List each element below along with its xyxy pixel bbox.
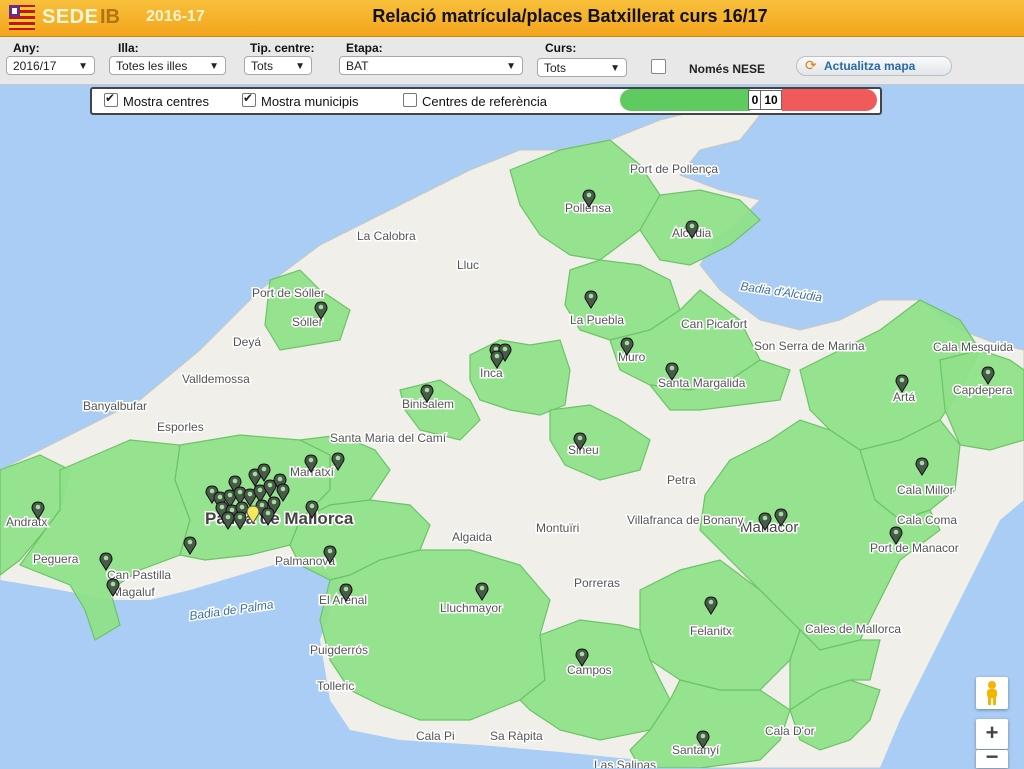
chevron-down-icon: ▼ bbox=[295, 61, 305, 72]
street-view-pegman-icon[interactable] bbox=[976, 677, 1008, 709]
reference-centres-toggle[interactable]: Centres de referència bbox=[403, 93, 547, 109]
map-label: Porreras bbox=[574, 576, 620, 590]
map-label: Cales de Mallorca bbox=[805, 622, 901, 636]
map-label: Cala Millor bbox=[897, 483, 954, 497]
map-label: Artá bbox=[893, 390, 915, 404]
map-label: Port de Pollença bbox=[630, 162, 718, 176]
chevron-down-icon: ▼ bbox=[506, 61, 516, 72]
map-label: Port de Sóller bbox=[252, 286, 325, 300]
map-label: Andratx bbox=[6, 515, 47, 529]
map-label: Can Picafort bbox=[681, 317, 748, 331]
logo-year: 2016-17 bbox=[146, 8, 205, 25]
map-label: Cala Mesquida bbox=[933, 340, 1013, 354]
map-canvas[interactable]: Port de Pollença Pollensa Alcúdia La Cal… bbox=[0, 85, 1024, 768]
tip-centre-value: Tots bbox=[251, 59, 274, 73]
etapa-select[interactable]: BAT ▼ bbox=[339, 56, 523, 75]
map-label: Santanyí bbox=[672, 743, 720, 757]
map-label: Son Serra de Marina bbox=[754, 339, 865, 353]
tip-centre-label: Tip. centre: bbox=[250, 41, 315, 55]
range-low-segment bbox=[620, 89, 750, 111]
map-label: Cala Coma bbox=[897, 513, 957, 527]
chevron-down-icon: ▼ bbox=[209, 61, 219, 72]
any-value: 2016/17 bbox=[13, 59, 57, 73]
map-label: Cala D'or bbox=[765, 724, 815, 738]
checkbox-icon[interactable] bbox=[403, 93, 417, 107]
map-label: Capdepera bbox=[953, 383, 1013, 397]
reference-centres-label: Centres de referència bbox=[422, 94, 548, 109]
range-max-handle[interactable]: 10 bbox=[760, 90, 782, 110]
show-centres-label: Mostra centres bbox=[123, 94, 209, 109]
app-header: SEDE IB 2016-17 Relació matrícula/places… bbox=[0, 0, 1024, 37]
etapa-value: BAT bbox=[346, 59, 369, 73]
nese-label: Només NESE bbox=[689, 62, 766, 76]
map-label: Deyá bbox=[233, 335, 261, 349]
ratio-range-slider[interactable]: 0 10 bbox=[620, 89, 877, 111]
page-title: Relació matrícula/places Batxillerat cur… bbox=[372, 6, 768, 26]
update-map-button[interactable]: ⟳ Actualitza mapa bbox=[796, 56, 952, 76]
curs-label: Curs: bbox=[545, 41, 577, 55]
mallorca-map: Port de Pollença Pollensa Alcúdia La Cal… bbox=[0, 85, 1024, 768]
map-label: Sa Ràpita bbox=[490, 729, 543, 743]
etapa-label: Etapa: bbox=[346, 41, 383, 55]
chevron-down-icon: ▼ bbox=[610, 63, 620, 74]
illa-value: Totes les illes bbox=[116, 59, 188, 73]
map-label: Banyalbufar bbox=[83, 399, 147, 413]
zoom-out-button[interactable]: − bbox=[976, 746, 1008, 768]
map-label: Valldemossa bbox=[182, 372, 250, 386]
balearic-flag-icon bbox=[9, 5, 35, 30]
curs-value: Tots bbox=[544, 61, 567, 75]
map-label: Villafranca de Bonany bbox=[627, 513, 744, 527]
map-label: Felanitx bbox=[690, 624, 732, 638]
map-label: Port de Manacor bbox=[870, 541, 959, 555]
any-label: Any: bbox=[13, 41, 40, 55]
show-municipalities-toggle[interactable]: Mostra municipis bbox=[242, 91, 359, 109]
map-label: Inca bbox=[480, 366, 503, 380]
map-label: Lluc bbox=[457, 258, 479, 272]
chevron-down-icon: ▼ bbox=[78, 61, 88, 72]
map-label: Tolleric bbox=[317, 679, 354, 693]
map-label: Puigderrós bbox=[310, 643, 368, 657]
map-label: Peguera bbox=[33, 552, 79, 566]
checkbox-checked-icon[interactable] bbox=[104, 91, 118, 107]
map-label: Esporles bbox=[157, 420, 204, 434]
map-label: Campos bbox=[567, 663, 612, 677]
update-map-label: Actualitza mapa bbox=[824, 59, 916, 73]
nese-checkbox[interactable] bbox=[651, 59, 666, 74]
map-label: Santa Maria del Camí bbox=[330, 431, 447, 445]
map-label: La Puebla bbox=[570, 313, 624, 327]
map-label: Cala Pi bbox=[416, 729, 455, 743]
map-label: Muro bbox=[618, 350, 646, 364]
illa-label: Illa: bbox=[118, 41, 139, 55]
show-municipalities-label: Mostra municipis bbox=[261, 94, 359, 109]
filter-bar: Any: 2016/17 ▼ Illa: Totes les illes ▼ Tip… bbox=[0, 37, 1024, 85]
map-label: Las Salinas bbox=[594, 758, 656, 768]
map-label: Lluchmayor bbox=[440, 601, 502, 615]
logo-sede: SEDE bbox=[42, 6, 99, 28]
map-label: Sóller bbox=[292, 315, 323, 329]
map-label: La Calobra bbox=[357, 229, 416, 243]
checkbox-checked-icon[interactable] bbox=[242, 91, 256, 107]
any-select[interactable]: 2016/17 ▼ bbox=[6, 56, 95, 75]
curs-select[interactable]: Tots ▼ bbox=[537, 58, 627, 77]
refresh-icon: ⟳ bbox=[805, 57, 817, 73]
illa-select[interactable]: Totes les illes ▼ bbox=[109, 56, 226, 75]
map-label: Montuïri bbox=[536, 521, 579, 535]
logo-ib: IB bbox=[100, 6, 120, 28]
map-label: Petra bbox=[667, 473, 696, 487]
show-centres-toggle[interactable]: Mostra centres bbox=[104, 91, 209, 109]
range-high-segment bbox=[782, 89, 877, 111]
map-label: Algaida bbox=[452, 530, 492, 544]
tip-centre-select[interactable]: Tots ▼ bbox=[244, 56, 312, 75]
